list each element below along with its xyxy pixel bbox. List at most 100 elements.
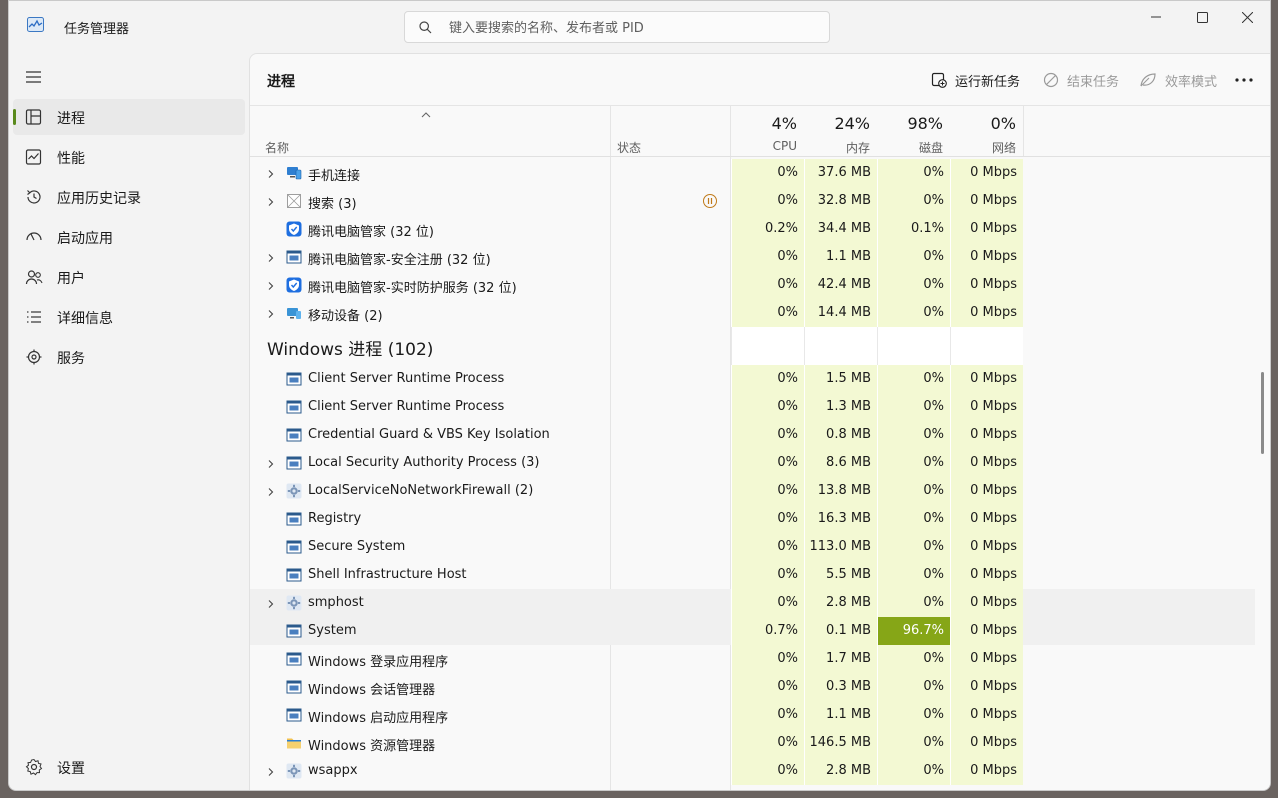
maximize-button[interactable] xyxy=(1179,1,1225,33)
nav-performance[interactable]: 性能 xyxy=(13,139,245,175)
column-header-memory[interactable]: 24% 内存 xyxy=(804,106,877,156)
network-cell: 0 Mbps xyxy=(950,589,1023,617)
expand-chevron-icon[interactable] xyxy=(266,766,276,776)
process-row[interactable]: 腾讯电脑管家-实时防护服务 (32 位) 0% 42.4 MB 0% 0 Mbps xyxy=(250,271,1255,299)
process-row[interactable]: Secure System 0% 113.0 MB 0% 0 Mbps xyxy=(250,533,1255,561)
process-row[interactable]: Windows 登录应用程序 0% 1.7 MB 0% 0 Mbps xyxy=(250,645,1255,673)
search-input[interactable] xyxy=(449,18,819,38)
expand-chevron-icon[interactable] xyxy=(266,308,276,318)
column-header-status[interactable]: 状态 xyxy=(611,106,731,156)
window-app-icon xyxy=(286,679,302,695)
cpu-cell: 0% xyxy=(731,421,804,449)
column-label-network: 网络 xyxy=(991,141,1016,155)
efficiency-mode-button[interactable]: 效率模式 xyxy=(1139,70,1217,90)
task-manager-icon xyxy=(27,17,44,32)
close-button[interactable] xyxy=(1224,1,1270,33)
group-label: Windows 进程 (102) xyxy=(267,340,434,360)
process-name: LocalServiceNoNetworkFirewall (2) xyxy=(308,483,534,498)
process-row[interactable]: Local Security Authority Process (3) 0% 8.… xyxy=(250,449,1255,477)
process-row[interactable]: 搜索 (3) 0% 32.8 MB 0% 0 Mbps xyxy=(250,187,1255,215)
memory-cell: 1.5 MB xyxy=(804,365,877,393)
process-name: Shell Infrastructure Host xyxy=(308,567,467,582)
cpu-cell: 0% xyxy=(731,533,804,561)
process-name: Windows 会话管理器 xyxy=(308,683,436,698)
window-app-icon xyxy=(286,427,302,443)
window-app-icon xyxy=(286,455,302,471)
nav-label: 启动应用 xyxy=(57,231,113,247)
process-row[interactable]: 腾讯电脑管家-安全注册 (32 位) 0% 1.1 MB 0% 0 Mbps xyxy=(250,243,1255,271)
nav-processes[interactable]: 进程 xyxy=(13,99,245,135)
network-cell: 0 Mbps xyxy=(950,729,1023,757)
more-options-icon[interactable] xyxy=(1232,70,1256,90)
process-name: Client Server Runtime Process xyxy=(308,371,505,386)
disk-cell: 0% xyxy=(877,589,950,617)
service-gear-icon xyxy=(286,763,302,779)
process-row[interactable]: 腾讯电脑管家 (32 位) 0.2% 34.4 MB 0.1% 0 Mbps xyxy=(250,215,1255,243)
process-name: smphost xyxy=(308,595,364,610)
process-list: 手机连接 0% 37.6 MB 0% 0 Mbps 搜索 (3) 0% 32.8 MB 0% 0 … xyxy=(250,157,1255,790)
window-app-icon xyxy=(286,511,302,527)
settings-gear-icon xyxy=(25,758,43,776)
column-header-cpu[interactable]: 4% CPU xyxy=(731,106,804,156)
process-row[interactable]: wsappx 0% 2.8 MB 0% 0 Mbps xyxy=(250,757,1255,785)
app-history-icon xyxy=(27,190,41,204)
disk-cell: 0% xyxy=(877,673,950,701)
cpu-cell: 0% xyxy=(731,673,804,701)
memory-cell: 1.1 MB xyxy=(804,701,877,729)
process-row[interactable]: Windows 会话管理器 0% 0.3 MB 0% 0 Mbps xyxy=(250,673,1255,701)
process-row[interactable]: Client Server Runtime Process 0% 1.3 MB 0% 0… xyxy=(250,393,1255,421)
process-row[interactable]: Credential Guard & VBS Key Isolation 0% 0.… xyxy=(250,421,1255,449)
process-name: Windows 资源管理器 xyxy=(308,739,436,754)
process-row[interactable]: 移动设备 (2) 0% 14.4 MB 0% 0 Mbps xyxy=(250,299,1255,327)
efficiency-mode-label: 效率模式 xyxy=(1165,74,1218,90)
memory-cell: 5.5 MB xyxy=(804,561,877,589)
service-gear-icon xyxy=(286,595,302,611)
expand-chevron-icon[interactable] xyxy=(266,168,276,178)
expand-chevron-icon[interactable] xyxy=(266,486,276,496)
run-new-task-button[interactable]: 运行新任务 xyxy=(931,70,1020,90)
memory-cell: 16.3 MB xyxy=(804,505,877,533)
nav-services[interactable]: 服务 xyxy=(13,339,245,375)
efficiency-mode-leaf-icon xyxy=(1140,73,1156,87)
expand-chevron-icon[interactable] xyxy=(266,252,276,262)
title-bar: 任务管理器 xyxy=(9,1,1270,53)
expand-chevron-icon[interactable] xyxy=(266,598,276,608)
network-cell: 0 Mbps xyxy=(950,617,1023,645)
services-icon xyxy=(26,349,42,365)
window-app-icon xyxy=(286,707,302,723)
nav-details[interactable]: 详细信息 xyxy=(13,299,245,335)
process-row[interactable]: Windows 资源管理器 0% 146.5 MB 0% 0 Mbps xyxy=(250,729,1255,757)
search-box[interactable] xyxy=(404,11,830,43)
process-row[interactable]: System 0.7% 0.1 MB 96.7% 0 Mbps xyxy=(250,617,1255,645)
group-cell xyxy=(731,327,804,365)
column-header-name[interactable]: 名称 xyxy=(250,106,610,156)
hamburger-menu-icon[interactable] xyxy=(23,67,45,87)
memory-cell: 113.0 MB xyxy=(804,533,877,561)
expand-chevron-icon[interactable] xyxy=(266,458,276,468)
process-row[interactable]: LocalServiceNoNetworkFirewall (2) 0% 13.8 … xyxy=(250,477,1255,505)
group-header-windows-processes[interactable]: Windows 进程 (102) xyxy=(250,327,1255,365)
expand-chevron-icon[interactable] xyxy=(266,280,276,290)
expand-chevron-icon[interactable] xyxy=(266,196,276,206)
window-app-icon xyxy=(286,623,302,639)
nav-app-history[interactable]: 应用历史记录 xyxy=(13,179,245,215)
disk-cell: 0% xyxy=(877,505,950,533)
users-icon xyxy=(25,270,43,285)
cpu-cell: 0% xyxy=(731,477,804,505)
nav-label: 服务 xyxy=(57,351,85,367)
process-row[interactable]: smphost 0% 2.8 MB 0% 0 Mbps xyxy=(250,589,1255,617)
process-row[interactable]: Registry 0% 16.3 MB 0% 0 Mbps xyxy=(250,505,1255,533)
process-name: 腾讯电脑管家-安全注册 (32 位) xyxy=(308,253,491,268)
minimize-button[interactable] xyxy=(1133,1,1179,33)
process-row[interactable]: Client Server Runtime Process 0% 1.5 MB 0% 0… xyxy=(250,365,1255,393)
vertical-scrollbar-thumb[interactable] xyxy=(1261,372,1264,454)
nav-startup-apps[interactable]: 启动应用 xyxy=(13,219,245,255)
column-header-network[interactable]: 0% 网络 xyxy=(950,106,1023,156)
process-row[interactable]: Windows 启动应用程序 0% 1.1 MB 0% 0 Mbps xyxy=(250,701,1255,729)
column-header-disk[interactable]: 98% 磁盘 xyxy=(877,106,950,156)
nav-settings[interactable]: 设置 xyxy=(13,749,245,785)
end-task-button[interactable]: 结束任务 xyxy=(1043,70,1119,90)
nav-users[interactable]: 用户 xyxy=(13,259,245,295)
process-row[interactable]: 手机连接 0% 37.6 MB 0% 0 Mbps xyxy=(250,159,1255,187)
process-row[interactable]: Shell Infrastructure Host 0% 5.5 MB 0% 0 Mbp… xyxy=(250,561,1255,589)
